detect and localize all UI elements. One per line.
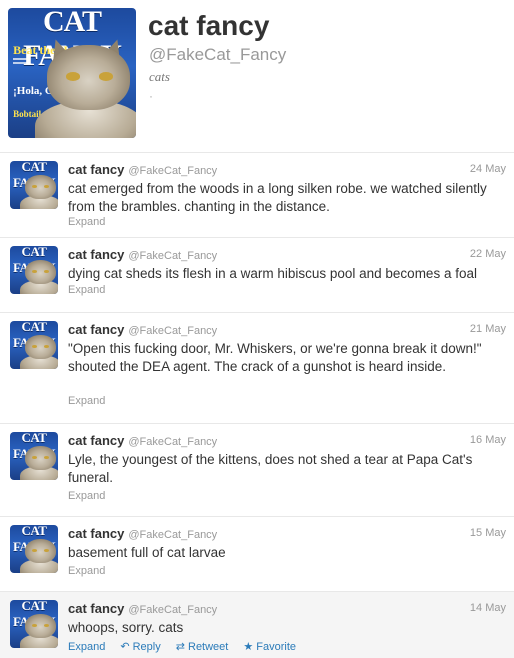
expand-link[interactable]: Expand: [68, 490, 105, 502]
tweet-date[interactable]: 22 May: [470, 248, 506, 260]
profile-name: cat fancy: [148, 10, 270, 41]
favorite-button[interactable]: ★ Favorite: [243, 641, 296, 653]
tweet-date[interactable]: 21 May: [470, 323, 506, 335]
retweet-button[interactable]: ⇄ Retweet: [176, 641, 229, 653]
retweet-label: Retweet: [188, 641, 229, 653]
profile-page: CAT FANCY Beat the Heat ¡Hola, Gato! Bob…: [0, 0, 514, 658]
author-name[interactable]: cat fancy: [68, 526, 124, 541]
tweet-text: whoops, sorry. cats: [68, 620, 184, 635]
author-handle[interactable]: @FakeCat_Fancy: [128, 436, 217, 448]
profile-avatar[interactable]: CAT FANCY Beat the Heat ¡Hola, Gato! Bob…: [8, 8, 136, 138]
tweet[interactable]: CAT FANCY cat fancy @FakeCat_Fancy 16 May…: [0, 423, 514, 516]
tweet-date[interactable]: 15 May: [470, 527, 506, 539]
cat-photo: [26, 36, 136, 138]
tweet-author[interactable]: cat fancy @FakeCat_Fancy: [68, 601, 217, 616]
author-name[interactable]: cat fancy: [68, 322, 124, 337]
profile-location: ·: [149, 89, 153, 103]
tweet[interactable]: CAT FANCY cat fancy @FakeCat_Fancy 24 May…: [0, 152, 514, 237]
tweet-text: cat emerged from the woods in a long sil…: [68, 181, 487, 214]
tweet-author[interactable]: cat fancy @FakeCat_Fancy: [68, 247, 217, 262]
tweet[interactable]: CAT FANCY cat fancy @FakeCat_Fancy 15 May…: [0, 516, 514, 591]
author-name[interactable]: cat fancy: [68, 433, 124, 448]
tweet[interactable]: CAT FANCY cat fancy @FakeCat_Fancy 14 May…: [0, 591, 514, 658]
tweet-text: "Open this fucking door, Mr. Whiskers, o…: [68, 341, 482, 374]
tweet-date[interactable]: 16 May: [470, 434, 506, 446]
expand-link[interactable]: Expand: [68, 284, 105, 296]
star-icon: ★: [243, 641, 254, 653]
tweet-date[interactable]: 14 May: [470, 602, 506, 614]
author-handle[interactable]: @FakeCat_Fancy: [128, 250, 217, 262]
tweet-text: basement full of cat larvae: [68, 545, 226, 560]
tweet-date[interactable]: 24 May: [470, 163, 506, 175]
retweet-arrows-icon: ⇄: [175, 641, 185, 653]
tweet-actions: Expand: [68, 490, 117, 502]
reply-label: Reply: [132, 641, 161, 653]
tweet-author[interactable]: cat fancy @FakeCat_Fancy: [68, 162, 217, 177]
tweet-avatar[interactable]: CAT FANCY: [10, 246, 58, 294]
tweet-text: Lyle, the youngest of the kittens, does …: [68, 452, 473, 485]
author-name[interactable]: cat fancy: [68, 601, 124, 616]
tweet[interactable]: CAT FANCY cat fancy @FakeCat_Fancy 21 May…: [0, 312, 514, 423]
tweet-author[interactable]: cat fancy @FakeCat_Fancy: [68, 526, 217, 541]
tweet-author[interactable]: cat fancy @FakeCat_Fancy: [68, 433, 217, 448]
author-name[interactable]: cat fancy: [68, 162, 124, 177]
author-handle[interactable]: @FakeCat_Fancy: [128, 325, 217, 337]
author-handle[interactable]: @FakeCat_Fancy: [128, 529, 217, 541]
tweet[interactable]: CAT FANCY cat fancy @FakeCat_Fancy 22 May…: [0, 237, 514, 312]
expand-link[interactable]: Expand: [68, 395, 105, 407]
tweet-avatar[interactable]: CAT FANCY: [10, 600, 58, 648]
tweet-actions: Expand: [68, 565, 117, 577]
tweet-avatar[interactable]: CAT FANCY: [10, 525, 58, 573]
tweet-actions: Expand: [68, 395, 117, 407]
profile-handle: @FakeCat_Fancy: [149, 45, 287, 64]
expand-link[interactable]: Expand: [68, 565, 105, 577]
expand-link[interactable]: Expand: [68, 641, 105, 653]
tweet-avatar[interactable]: CAT FANCY: [10, 161, 58, 209]
tweet-actions: Expand ↶ Reply ⇄ Retweet ★ Favorite: [68, 640, 308, 653]
tweet-author[interactable]: cat fancy @FakeCat_Fancy: [68, 322, 217, 337]
tweet-avatar[interactable]: CAT FANCY: [10, 321, 58, 369]
tweet-avatar[interactable]: CAT FANCY: [10, 432, 58, 480]
reply-button[interactable]: ↶ Reply: [120, 641, 160, 653]
author-handle[interactable]: @FakeCat_Fancy: [128, 604, 217, 616]
tweet-text: dying cat sheds its flesh in a warm hibi…: [68, 266, 477, 281]
reply-arrow-icon: ↶: [120, 641, 130, 653]
favorite-label: Favorite: [256, 641, 297, 653]
tweet-actions: Expand: [68, 284, 117, 296]
author-handle[interactable]: @FakeCat_Fancy: [128, 165, 217, 177]
author-name[interactable]: cat fancy: [68, 247, 124, 262]
tweet-actions: Expand: [68, 216, 117, 228]
profile-bio: cats: [149, 69, 170, 84]
expand-link[interactable]: Expand: [68, 216, 105, 228]
